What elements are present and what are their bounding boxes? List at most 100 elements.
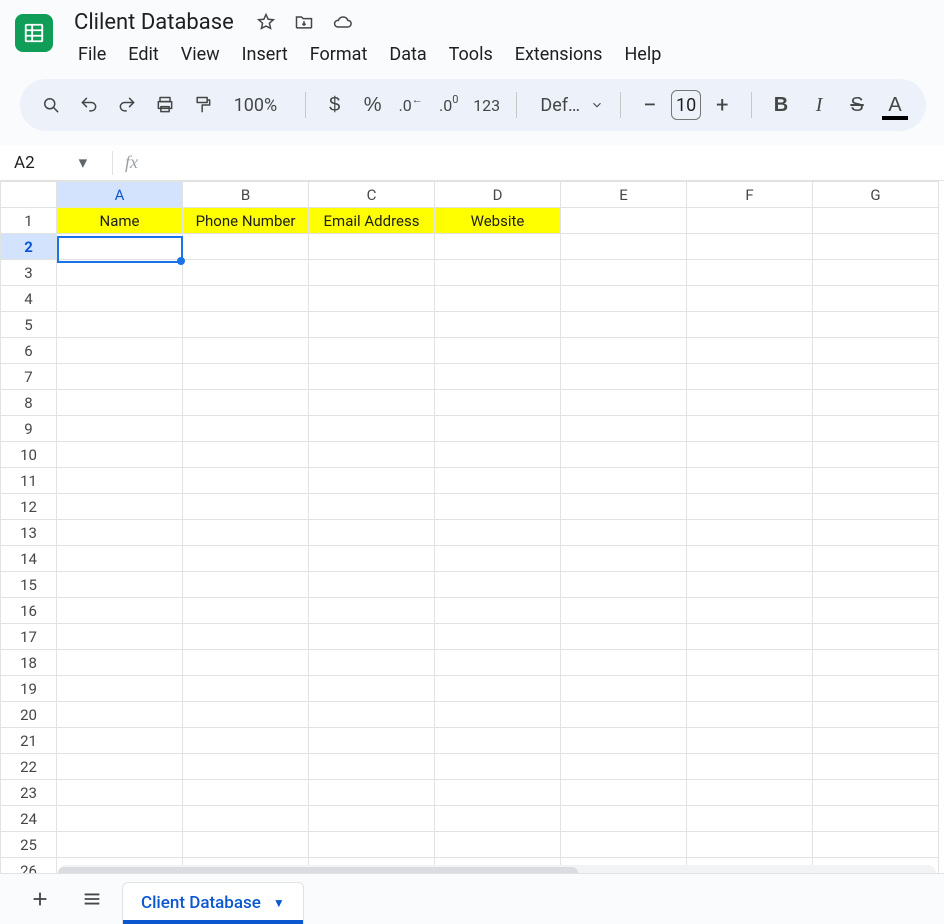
cell-E19[interactable] xyxy=(561,676,687,702)
cell-D1[interactable]: Website xyxy=(435,208,561,234)
cell-E16[interactable] xyxy=(561,598,687,624)
cell-E13[interactable] xyxy=(561,520,687,546)
cell-G23[interactable] xyxy=(813,780,939,806)
cell-G21[interactable] xyxy=(813,728,939,754)
cell-D13[interactable] xyxy=(435,520,561,546)
cell-D9[interactable] xyxy=(435,416,561,442)
row-header-12[interactable]: 12 xyxy=(1,494,57,520)
font-size-increase-icon[interactable]: + xyxy=(705,88,739,122)
cell-F4[interactable] xyxy=(687,286,813,312)
cell-B8[interactable] xyxy=(183,390,309,416)
cell-A21[interactable] xyxy=(57,728,183,754)
bold-icon[interactable]: B xyxy=(764,88,798,122)
row-header-15[interactable]: 15 xyxy=(1,572,57,598)
cell-G1[interactable] xyxy=(813,208,939,234)
undo-icon[interactable] xyxy=(72,88,106,122)
cell-B21[interactable] xyxy=(183,728,309,754)
cell-G19[interactable] xyxy=(813,676,939,702)
cell-C11[interactable] xyxy=(309,468,435,494)
cell-A23[interactable] xyxy=(57,780,183,806)
cell-C6[interactable] xyxy=(309,338,435,364)
cell-B24[interactable] xyxy=(183,806,309,832)
doc-title[interactable]: Clilent Database xyxy=(68,8,240,37)
cell-D21[interactable] xyxy=(435,728,561,754)
cell-G2[interactable] xyxy=(813,234,939,260)
cell-G10[interactable] xyxy=(813,442,939,468)
cell-G6[interactable] xyxy=(813,338,939,364)
col-header-B[interactable]: B xyxy=(183,182,309,208)
cell-A5[interactable] xyxy=(57,312,183,338)
cell-B25[interactable] xyxy=(183,832,309,858)
cell-D7[interactable] xyxy=(435,364,561,390)
cell-F2[interactable] xyxy=(687,234,813,260)
cell-G20[interactable] xyxy=(813,702,939,728)
search-menu-icon[interactable] xyxy=(34,88,68,122)
increase-decimal-icon[interactable]: .00 xyxy=(432,88,466,122)
cell-E2[interactable] xyxy=(561,234,687,260)
italic-icon[interactable]: I xyxy=(802,88,836,122)
row-header-9[interactable]: 9 xyxy=(1,416,57,442)
cloud-status-icon[interactable] xyxy=(330,10,354,34)
cell-G18[interactable] xyxy=(813,650,939,676)
cell-E8[interactable] xyxy=(561,390,687,416)
cell-C23[interactable] xyxy=(309,780,435,806)
cell-G5[interactable] xyxy=(813,312,939,338)
cell-F19[interactable] xyxy=(687,676,813,702)
cell-E10[interactable] xyxy=(561,442,687,468)
cell-G17[interactable] xyxy=(813,624,939,650)
cell-E4[interactable] xyxy=(561,286,687,312)
font-dropdown[interactable]: Defaul… xyxy=(528,88,608,122)
cell-G15[interactable] xyxy=(813,572,939,598)
cell-D15[interactable] xyxy=(435,572,561,598)
cell-E1[interactable] xyxy=(561,208,687,234)
cell-G12[interactable] xyxy=(813,494,939,520)
row-header-8[interactable]: 8 xyxy=(1,390,57,416)
cell-A22[interactable] xyxy=(57,754,183,780)
cell-A2[interactable] xyxy=(57,234,183,260)
cell-A14[interactable] xyxy=(57,546,183,572)
cell-F23[interactable] xyxy=(687,780,813,806)
row-header-14[interactable]: 14 xyxy=(1,546,57,572)
row-header-19[interactable]: 19 xyxy=(1,676,57,702)
cell-F7[interactable] xyxy=(687,364,813,390)
menu-file[interactable]: File xyxy=(68,40,116,69)
cell-F12[interactable] xyxy=(687,494,813,520)
cell-A17[interactable] xyxy=(57,624,183,650)
cell-B19[interactable] xyxy=(183,676,309,702)
cell-C24[interactable] xyxy=(309,806,435,832)
cell-A18[interactable] xyxy=(57,650,183,676)
cell-F6[interactable] xyxy=(687,338,813,364)
cell-A13[interactable] xyxy=(57,520,183,546)
cell-G24[interactable] xyxy=(813,806,939,832)
zoom-dropdown[interactable]: 100% xyxy=(224,88,293,122)
cell-B11[interactable] xyxy=(183,468,309,494)
decrease-decimal-icon[interactable]: .0← xyxy=(394,88,428,122)
menu-help[interactable]: Help xyxy=(614,40,671,69)
col-header-D[interactable]: D xyxy=(435,182,561,208)
menu-view[interactable]: View xyxy=(171,40,230,69)
cell-G9[interactable] xyxy=(813,416,939,442)
cell-C4[interactable] xyxy=(309,286,435,312)
cell-D17[interactable] xyxy=(435,624,561,650)
star-icon[interactable] xyxy=(254,10,278,34)
row-header-17[interactable]: 17 xyxy=(1,624,57,650)
cell-E12[interactable] xyxy=(561,494,687,520)
row-header-1[interactable]: 1 xyxy=(1,208,57,234)
cell-B10[interactable] xyxy=(183,442,309,468)
cell-F15[interactable] xyxy=(687,572,813,598)
cell-F8[interactable] xyxy=(687,390,813,416)
col-header-C[interactable]: C xyxy=(309,182,435,208)
cell-E14[interactable] xyxy=(561,546,687,572)
cell-E11[interactable] xyxy=(561,468,687,494)
row-header-2[interactable]: 2 xyxy=(1,234,57,260)
cell-F17[interactable] xyxy=(687,624,813,650)
col-header-G[interactable]: G xyxy=(813,182,939,208)
strikethrough-icon[interactable]: S xyxy=(840,88,874,122)
cell-A3[interactable] xyxy=(57,260,183,286)
menu-insert[interactable]: Insert xyxy=(232,40,298,69)
cell-F13[interactable] xyxy=(687,520,813,546)
font-size-input[interactable]: 10 xyxy=(671,90,701,120)
cell-D5[interactable] xyxy=(435,312,561,338)
cell-B14[interactable] xyxy=(183,546,309,572)
cell-F1[interactable] xyxy=(687,208,813,234)
